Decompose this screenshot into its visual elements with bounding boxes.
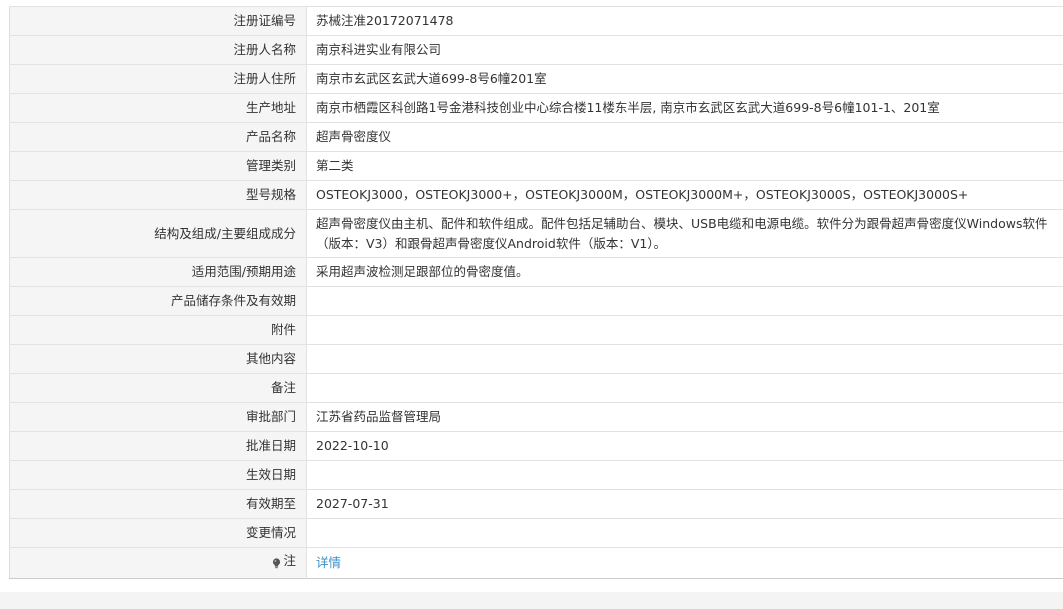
row-value (306, 373, 1063, 403)
row-value: 南京市玄武区玄武大道699-8号6幢201室 (306, 64, 1063, 94)
row-label: 管理类别 (9, 151, 307, 181)
row-value: 2022-10-10 (306, 431, 1063, 461)
row-label: 注册人名称 (9, 35, 307, 65)
row-value: 超声骨密度仪 (306, 122, 1063, 152)
row-value (306, 315, 1063, 345)
registration-info-table: 注册证编号 苏械注准20172071478 注册人名称 南京科进实业有限公司 注… (9, 6, 1063, 579)
table-row-approval-department: 审批部门 江苏省药品监督管理局 (9, 402, 1063, 432)
table-row-valid-until: 有效期至 2027-07-31 (9, 489, 1063, 519)
row-value (306, 344, 1063, 374)
row-value: 江苏省药品监督管理局 (306, 402, 1063, 432)
row-value: 超声骨密度仪由主机、配件和软件组成。配件包括足辅助台、模块、USB电缆和电源电缆… (306, 209, 1063, 258)
row-label: 适用范围/预期用途 (9, 257, 307, 287)
table-row-registrant-address: 注册人住所 南京市玄武区玄武大道699-8号6幢201室 (9, 64, 1063, 94)
note-label-cell: 注 (9, 547, 307, 579)
row-value (306, 518, 1063, 548)
table-row-intended-use: 适用范围/预期用途 采用超声波检测足跟部位的骨密度值。 (9, 257, 1063, 287)
table-row-note: 注 详情 (9, 547, 1063, 579)
row-label: 产品名称 (9, 122, 307, 152)
note-label-text: 注 (283, 552, 296, 568)
row-label: 审批部门 (9, 402, 307, 432)
table-row-effective-date: 生效日期 (9, 460, 1063, 490)
table-row-attachments: 附件 (9, 315, 1063, 345)
table-row-production-address: 生产地址 南京市栖霞区科创路1号金港科技创业中心综合楼11楼东半层, 南京市玄武… (9, 93, 1063, 123)
row-label: 产品储存条件及有效期 (9, 286, 307, 316)
table-row-approval-date: 批准日期 2022-10-10 (9, 431, 1063, 461)
row-value: 南京市栖霞区科创路1号金港科技创业中心综合楼11楼东半层, 南京市玄武区玄武大道… (306, 93, 1063, 123)
note-value-cell: 详情 (306, 547, 1063, 579)
row-value (306, 460, 1063, 490)
row-value (306, 286, 1063, 316)
table-row-registrant-name: 注册人名称 南京科进实业有限公司 (9, 35, 1063, 65)
note-label: 注 (272, 551, 296, 571)
page-bottom-gutter (0, 592, 1063, 609)
row-value: 采用超声波检测足跟部位的骨密度值。 (306, 257, 1063, 287)
row-label: 有效期至 (9, 489, 307, 519)
row-value: OSTEOKJ3000，OSTEOKJ3000+，OSTEOKJ3000M，OS… (306, 180, 1063, 210)
row-value: 2027-07-31 (306, 489, 1063, 519)
page: 注册证编号 苏械注准20172071478 注册人名称 南京科进实业有限公司 注… (0, 0, 1063, 609)
lightbulb-icon (272, 555, 281, 569)
table-row-registration-number: 注册证编号 苏械注准20172071478 (9, 6, 1063, 36)
row-label: 注册证编号 (9, 6, 307, 36)
row-label: 变更情况 (9, 518, 307, 548)
table-row-other-content: 其他内容 (9, 344, 1063, 374)
table-row-product-name: 产品名称 超声骨密度仪 (9, 122, 1063, 152)
row-label: 生产地址 (9, 93, 307, 123)
table-row-change-status: 变更情况 (9, 518, 1063, 548)
row-label: 生效日期 (9, 460, 307, 490)
row-label: 结构及组成/主要组成成分 (9, 209, 307, 258)
details-link[interactable]: 详情 (316, 555, 341, 570)
row-label: 附件 (9, 315, 307, 345)
table-row-structure-composition: 结构及组成/主要组成成分 超声骨密度仪由主机、配件和软件组成。配件包括足辅助台、… (9, 209, 1063, 258)
table-row-storage-conditions: 产品储存条件及有效期 (9, 286, 1063, 316)
row-label: 型号规格 (9, 180, 307, 210)
row-value: 第二类 (306, 151, 1063, 181)
table-row-remarks: 备注 (9, 373, 1063, 403)
row-label: 注册人住所 (9, 64, 307, 94)
row-label: 备注 (9, 373, 307, 403)
row-value: 苏械注准20172071478 (306, 6, 1063, 36)
table-row-management-category: 管理类别 第二类 (9, 151, 1063, 181)
table-row-model-specification: 型号规格 OSTEOKJ3000，OSTEOKJ3000+，OSTEOKJ300… (9, 180, 1063, 210)
row-value: 南京科进实业有限公司 (306, 35, 1063, 65)
row-label: 其他内容 (9, 344, 307, 374)
row-label: 批准日期 (9, 431, 307, 461)
